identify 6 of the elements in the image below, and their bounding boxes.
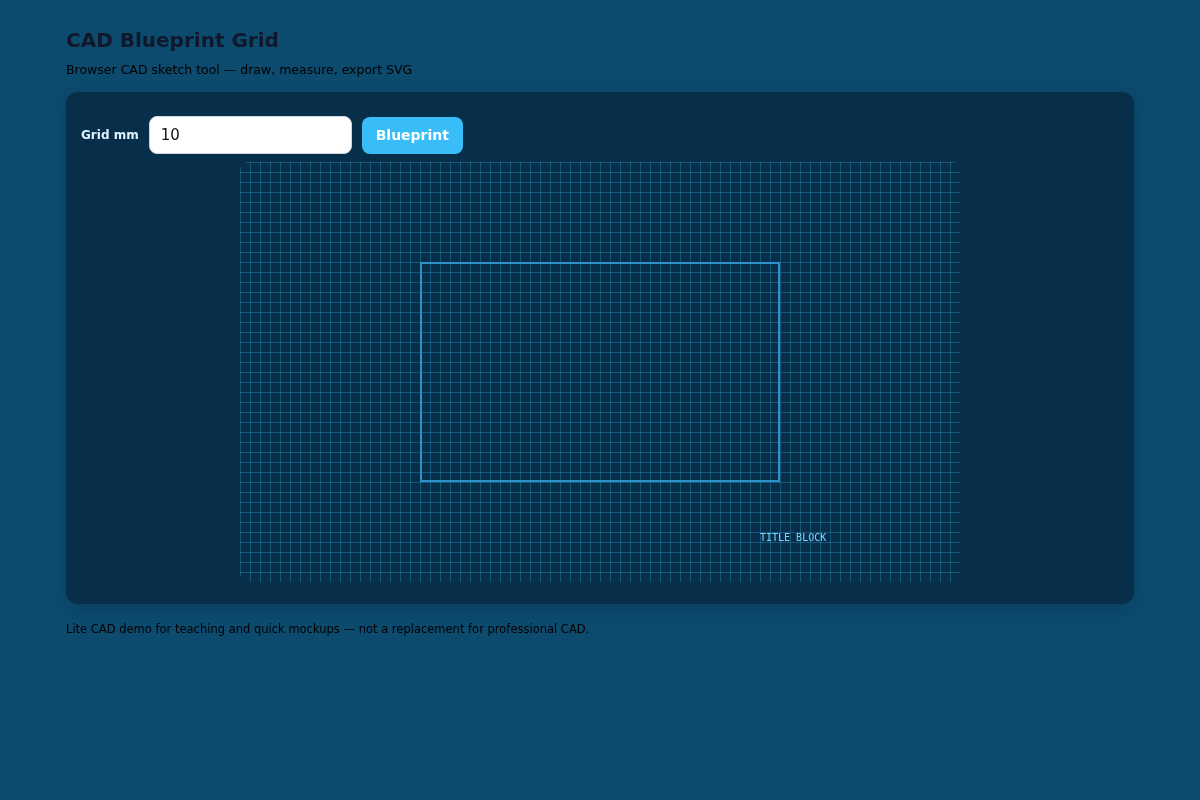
- grid-size-label: Grid mm: [81, 128, 139, 142]
- footer-note: Lite CAD demo for teaching and quick mockups — not a replacement for professional CAD.: [66, 622, 590, 637]
- title-block-label: TITLE BLOCK: [760, 531, 827, 544]
- page-subtitle: Browser CAD sketch tool — draw, measure, export SVG: [66, 62, 413, 78]
- page-title: CAD Blueprint Grid: [66, 27, 279, 54]
- grid-size-input[interactable]: 10: [148, 116, 352, 154]
